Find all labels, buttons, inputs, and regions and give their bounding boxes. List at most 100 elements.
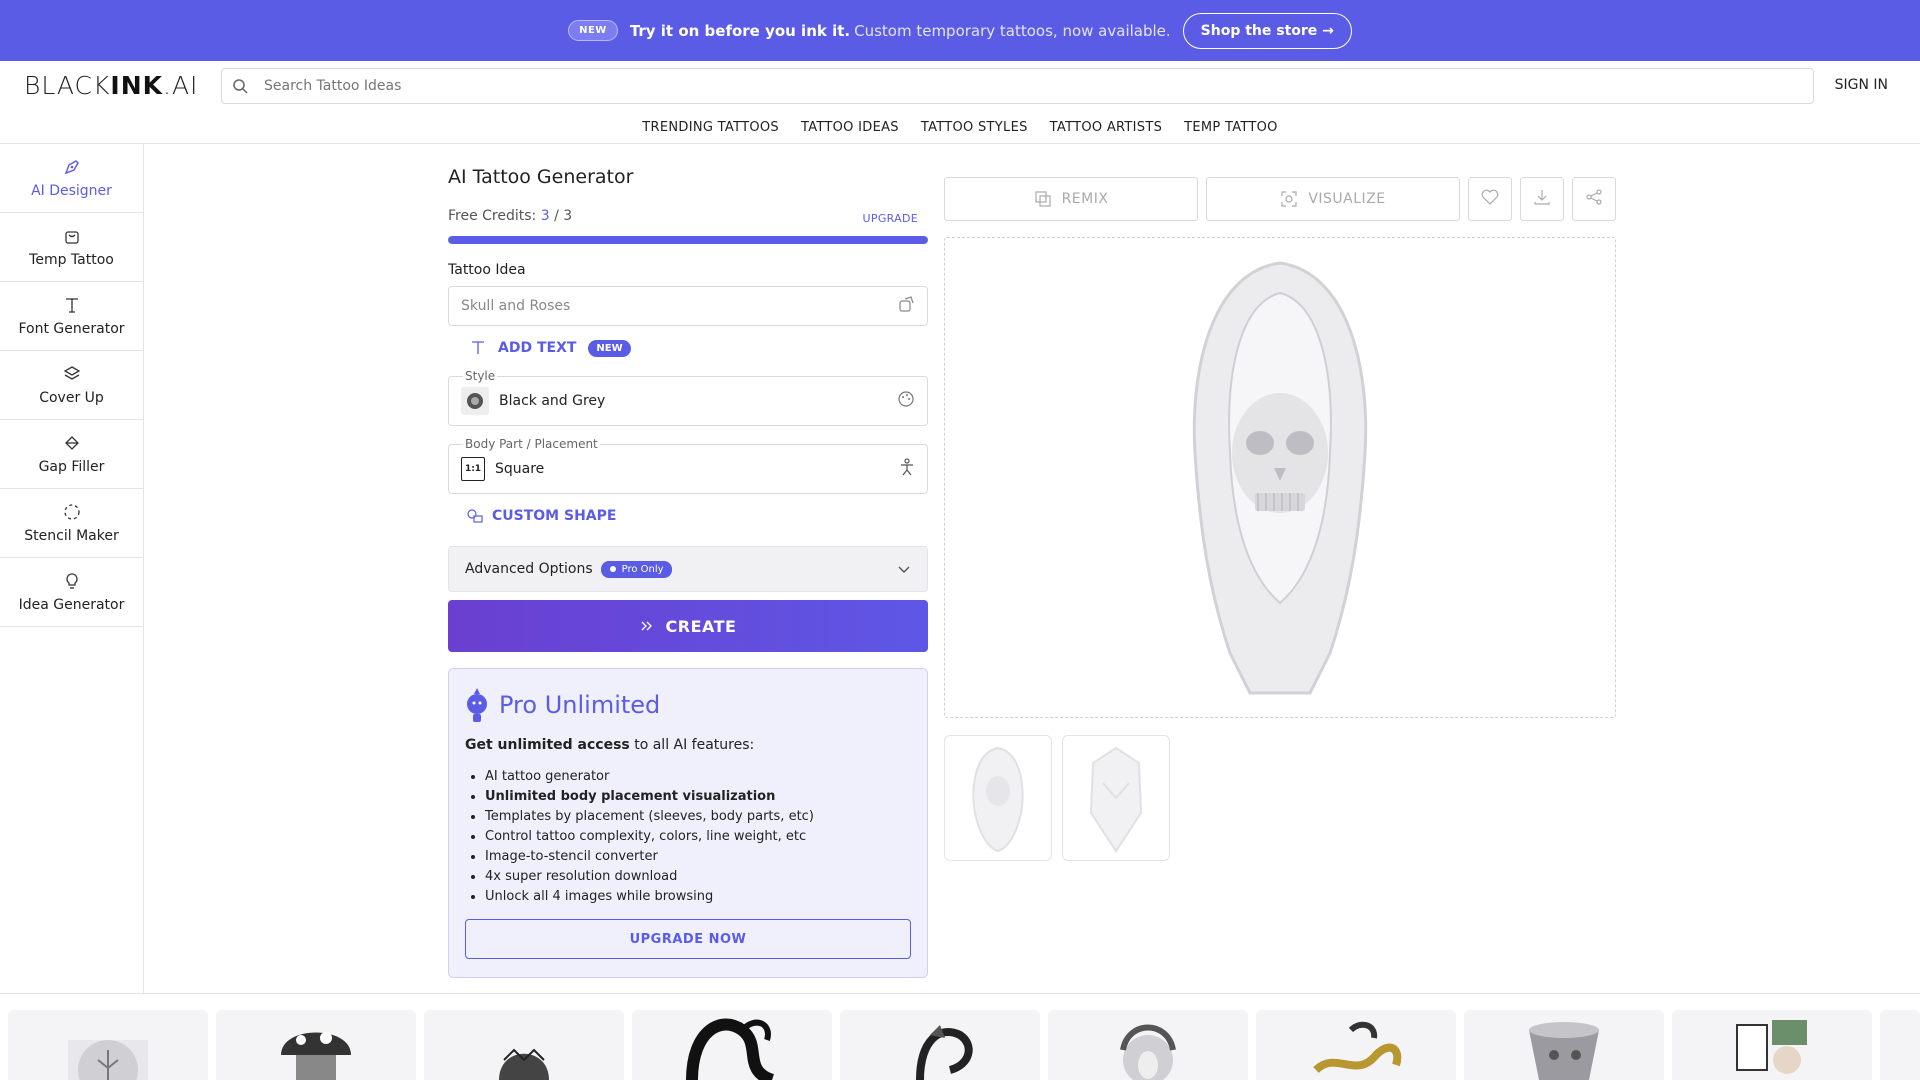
nav-tattoo-styles[interactable]: TATTOO STYLES [921, 120, 1028, 135]
search-input[interactable] [264, 78, 1764, 94]
credits-separator: / [549, 208, 564, 224]
style-value: Black and Grey [499, 393, 606, 409]
promo-banner: NEW Try it on before you ink it. Custom … [0, 0, 1920, 61]
visualize-button[interactable]: VISUALIZE [1206, 177, 1460, 221]
new-badge: NEW [588, 339, 631, 357]
gallery-card[interactable] [1048, 1010, 1248, 1080]
nav-trending-tattoos[interactable]: TRENDING TATTOOS [642, 120, 779, 135]
pro-subtitle-strong: Get unlimited access [465, 737, 630, 753]
custom-shape-button[interactable]: CUSTOM SHAPE [448, 504, 928, 528]
placement-value: Square [495, 461, 545, 477]
gallery-card[interactable] [632, 1010, 832, 1080]
rose-thumbnail [461, 387, 489, 415]
placement-legend: Body Part / Placement [463, 437, 600, 451]
favorite-button[interactable] [1468, 177, 1512, 221]
credits-row: Free Credits: 3 / 3 UPGRADE [448, 208, 928, 228]
gallery-card[interactable] [1672, 1010, 1872, 1080]
credits-progress-fill [448, 236, 928, 244]
placement-select[interactable]: Body Part / Placement 1:1 Square [448, 437, 928, 494]
pro-only-label: Pro Only [621, 563, 664, 575]
thumbnail-image [1089, 746, 1143, 853]
remix-button[interactable]: REMIX [944, 177, 1198, 221]
result-thumbnail[interactable] [944, 735, 1052, 861]
sidebar-item-gap-filler[interactable]: Gap Filler [0, 420, 143, 489]
sidebar-item-idea-generator[interactable]: Idea Generator [0, 558, 143, 627]
chevron-down-icon [897, 562, 911, 576]
bag-icon [62, 226, 82, 246]
visualize-icon [1280, 190, 1298, 208]
heart-icon [1481, 189, 1499, 209]
sign-in-link[interactable]: SIGN IN [1835, 77, 1888, 93]
inspiration-gallery [8, 1010, 1920, 1080]
shop-store-button[interactable]: Shop the store → [1182, 12, 1352, 49]
result-thumbnail[interactable] [1062, 735, 1170, 861]
gallery-card[interactable] [8, 1010, 208, 1080]
sidebar-item-stencil-maker[interactable]: Stencil Maker [0, 489, 143, 558]
gallery-image [1120, 1024, 1176, 1080]
add-text-label: ADD TEXT [498, 340, 577, 356]
sidebar-item-cover-up[interactable]: Cover Up [0, 351, 143, 420]
promo-text: Custom temporary tattoos, now available. [854, 21, 1171, 40]
gallery-card[interactable] [840, 1010, 1040, 1080]
tattoo-idea-value: Skull and Roses [461, 298, 571, 314]
nav-tattoo-ideas[interactable]: TATTOO IDEAS [801, 120, 899, 135]
download-icon [1533, 188, 1551, 210]
preview-toolbar: REMIX VISUALIZE [944, 177, 1616, 221]
thumbnail-image [972, 746, 1024, 853]
shuffle-idea-icon[interactable] [897, 295, 915, 317]
gallery-card[interactable] [216, 1010, 416, 1080]
gallery-card[interactable] [1464, 1010, 1664, 1080]
gallery-card[interactable] [1256, 1010, 1456, 1080]
dashed-circle-icon [62, 502, 82, 522]
pro-only-badge: Pro Only [600, 560, 672, 578]
gallery-image [916, 1025, 973, 1080]
create-label: CREATE [665, 616, 737, 636]
result-thumbnails [944, 735, 1180, 861]
advanced-options-toggle[interactable]: Advanced Options Pro Only [448, 546, 928, 592]
gallery-image [281, 1032, 351, 1080]
gallery-image [686, 1018, 775, 1080]
shapes-icon [466, 507, 484, 525]
sidebar-item-font-generator[interactable]: Font Generator [0, 282, 143, 351]
sidebar-item-label: Cover Up [39, 390, 104, 406]
generated-image-preview[interactable] [944, 237, 1616, 718]
create-button[interactable]: CREATE [448, 600, 928, 652]
tattoo-idea-input[interactable]: Skull and Roses [448, 286, 928, 326]
text-icon [470, 340, 486, 356]
pro-subtitle-rest: to all AI features: [629, 737, 755, 753]
nav-temp-tattoo[interactable]: TEMP TATTOO [1184, 120, 1278, 135]
top-nav: TRENDING TATTOOS TATTOO IDEAS TATTOO STY… [0, 111, 1920, 144]
nav-tattoo-artists[interactable]: TATTOO ARTISTS [1050, 120, 1162, 135]
pro-feature-list: AI tattoo generator Unlimited body place… [465, 767, 911, 907]
credits-label: Free Credits: [448, 208, 537, 224]
palette-icon [897, 390, 915, 412]
body-figure-icon [899, 458, 915, 480]
search-icon [232, 77, 250, 95]
gallery-card[interactable] [424, 1010, 624, 1080]
search-bar[interactable] [221, 68, 1814, 104]
upgrade-now-button[interactable]: UPGRADE NOW [465, 919, 911, 959]
remix-icon [1034, 190, 1052, 208]
list-item: 4x super resolution download [485, 867, 911, 887]
bulb-brain-icon [465, 686, 489, 724]
download-button[interactable] [1520, 177, 1564, 221]
share-button[interactable] [1572, 177, 1616, 221]
logo[interactable]: BLACKINK.AI [24, 71, 198, 100]
advanced-options-label: Advanced Options [465, 561, 593, 577]
sidebar-item-ai-designer[interactable]: AI Designer [0, 144, 143, 213]
add-text-button[interactable]: ADD TEXT NEW [448, 338, 928, 358]
logo-part-ink: INK [110, 71, 163, 100]
style-select[interactable]: Style Black and Grey [448, 369, 928, 426]
gallery-card[interactable] [1880, 1010, 1920, 1080]
sidebar-item-temp-tattoo[interactable]: Temp Tattoo [0, 213, 143, 282]
visualize-label: VISUALIZE [1308, 191, 1386, 207]
remix-label: REMIX [1061, 191, 1109, 207]
gallery-divider [0, 993, 1920, 994]
upgrade-link[interactable]: UPGRADE [863, 212, 918, 225]
credits-progress-bar [448, 236, 928, 244]
list-item: Unlock all 4 images while browsing [485, 887, 911, 907]
tools-sidebar: AI Designer Temp Tattoo Font Generator C… [0, 144, 144, 994]
style-legend: Style [463, 369, 498, 383]
tattoo-idea-label: Tattoo Idea [448, 262, 526, 278]
square-ratio-icon: 1:1 [461, 457, 485, 481]
